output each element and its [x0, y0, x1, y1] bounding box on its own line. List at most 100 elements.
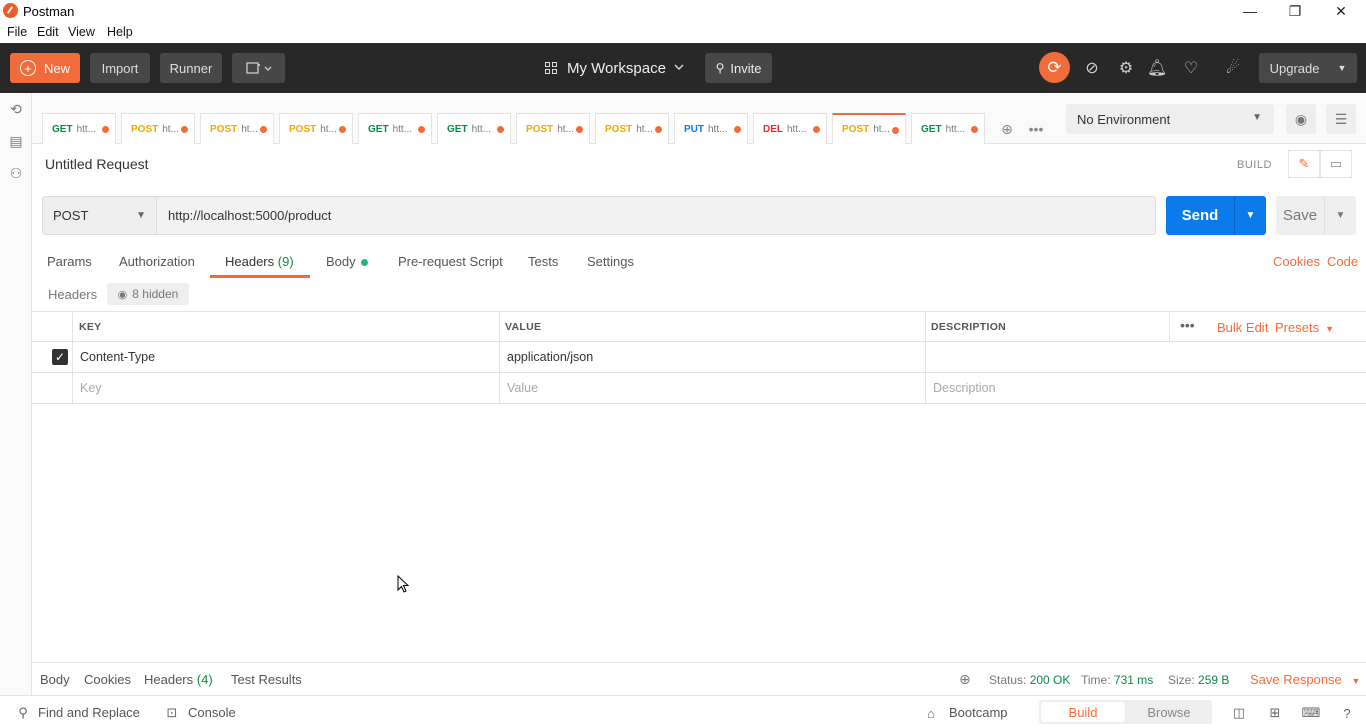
two-pane-icon[interactable]: ◫	[1230, 704, 1248, 722]
menu-view[interactable]: View	[68, 25, 95, 39]
request-tab[interactable]: GET htt...	[358, 113, 432, 144]
settings-sliders-icon[interactable]: ☰	[1326, 104, 1356, 134]
close-window-button[interactable]: ✕	[1318, 0, 1364, 22]
header-value-cell[interactable]: application/json	[500, 342, 593, 372]
heart-icon[interactable]: ♡	[1180, 57, 1202, 79]
request-tab-label: ht...	[636, 123, 653, 135]
request-tab-method: GET	[52, 123, 73, 135]
status-dot-icon	[360, 259, 368, 267]
tab-authorization[interactable]: Authorization	[119, 254, 195, 269]
gear-icon[interactable]: ⚙	[1115, 57, 1137, 79]
key-input-placeholder[interactable]: Key	[73, 373, 102, 403]
capture-requests-icon[interactable]: ⊘	[1081, 57, 1103, 79]
menu-help[interactable]: Help	[107, 25, 133, 39]
request-tab[interactable]: PUT htt...	[674, 113, 748, 144]
sync-icon[interactable]: ⟳	[1039, 52, 1070, 83]
tab-headers[interactable]: Headers (9)	[225, 254, 294, 269]
request-name[interactable]: Untitled Request	[45, 156, 149, 172]
response-tab-headers[interactable]: Headers (4)	[144, 672, 213, 687]
request-tab[interactable]: DEL htt...	[753, 113, 827, 144]
value-input-placeholder[interactable]: Value	[500, 373, 538, 403]
description-input-placeholder[interactable]: Description	[926, 373, 996, 403]
tab-body[interactable]: Body	[326, 254, 368, 269]
response-tab-body[interactable]: Body	[40, 672, 70, 687]
browse-mode-button[interactable]: Browse	[1127, 702, 1211, 722]
response-tab-test-results[interactable]: Test Results	[231, 672, 302, 687]
time-value: 731 ms	[1113, 673, 1154, 687]
method-select[interactable]: POST ▼	[42, 196, 157, 235]
globe-icon[interactable]: ⊕	[959, 671, 971, 688]
bulk-edit-button[interactable]: Bulk Edit	[1217, 320, 1268, 335]
upgrade-button[interactable]: Upgrade ▼	[1259, 53, 1357, 83]
build-mode-button[interactable]: Build	[1041, 702, 1125, 722]
layout-icon[interactable]: ⊞	[1266, 704, 1284, 722]
request-tab[interactable]: POST ht...	[595, 113, 669, 144]
mouse-cursor-icon	[397, 575, 409, 593]
url-input[interactable]	[156, 196, 1156, 235]
response-tab-cookies[interactable]: Cookies	[84, 672, 131, 687]
save-options-button[interactable]: ▼	[1324, 196, 1356, 235]
invite-button[interactable]: ⚲ Invite	[705, 53, 772, 83]
restore-button[interactable]: ❐	[1272, 0, 1318, 22]
bell-icon[interactable]: 🔔︎	[1146, 57, 1168, 79]
request-tab[interactable]: GET htt...	[911, 113, 985, 144]
save-response-button[interactable]: Save Response ▼	[1250, 672, 1360, 687]
new-button-label: New	[43, 60, 70, 76]
menu-file[interactable]: File	[7, 25, 27, 39]
cookies-link[interactable]: Cookies	[1273, 254, 1320, 269]
console-button[interactable]: Console	[188, 705, 236, 720]
runner-button[interactable]: Runner	[160, 53, 222, 83]
help-icon[interactable]: ?	[1338, 704, 1356, 722]
menu-edit[interactable]: Edit	[37, 25, 59, 39]
request-tab-method: POST	[842, 124, 870, 135]
send-button[interactable]: Send	[1166, 196, 1234, 235]
header-description-cell[interactable]	[926, 342, 1366, 372]
send-options-button[interactable]: ▼	[1234, 196, 1266, 235]
unsaved-dot-icon	[418, 126, 425, 133]
more-tabs-icon[interactable]: •••	[1024, 117, 1048, 141]
request-tab[interactable]: GET htt...	[42, 113, 116, 144]
checkbox-checked-icon[interactable]: ✓	[52, 349, 68, 365]
bootcamp-button[interactable]: Bootcamp	[949, 705, 1008, 720]
collections-icon[interactable]: ▤	[7, 132, 25, 150]
code-link[interactable]: Code	[1327, 254, 1358, 269]
unsaved-dot-icon	[181, 126, 188, 133]
new-button[interactable]: + New	[10, 53, 80, 83]
request-tab[interactable]: POST ht...	[832, 113, 906, 144]
workspace-switcher[interactable]: My Workspace	[545, 53, 688, 83]
mode-label: BUILD	[1237, 159, 1272, 171]
tab-tests[interactable]: Tests	[528, 254, 558, 269]
environment-select[interactable]: No Environment ▼	[1066, 104, 1274, 134]
save-button[interactable]: Save	[1276, 196, 1324, 235]
hidden-headers-toggle[interactable]: ◉ 8 hidden	[107, 283, 189, 305]
find-replace-button[interactable]: Find and Replace	[38, 705, 140, 720]
request-tab[interactable]: POST ht...	[516, 113, 590, 144]
request-tab[interactable]: POST ht...	[121, 113, 195, 144]
pencil-icon[interactable]: ✎	[1288, 150, 1320, 178]
import-button[interactable]: Import	[90, 53, 150, 83]
user-avatar-icon[interactable]: ☄	[1222, 57, 1244, 79]
request-tab-label: htt...	[787, 123, 807, 135]
history-icon[interactable]: ⟲	[7, 100, 25, 118]
app-header: + New Import Runner My Workspace ⚲ Invit…	[0, 43, 1366, 93]
new-window-button[interactable]	[232, 53, 285, 83]
presets-button[interactable]: Presets ▼	[1275, 320, 1334, 335]
request-tab[interactable]: GET htt...	[437, 113, 511, 144]
keyboard-icon[interactable]: ⌨	[1302, 704, 1321, 722]
request-tab[interactable]: POST ht...	[279, 113, 353, 144]
caret-down-icon: ▼	[136, 210, 146, 221]
request-tab[interactable]: POST ht...	[200, 113, 274, 144]
tab-pre-request-script[interactable]: Pre-request Script	[398, 254, 503, 269]
more-options-icon[interactable]: •••	[1180, 317, 1195, 333]
add-tab-icon[interactable]: ⊕	[995, 117, 1019, 141]
header-key-cell[interactable]: Content-Type	[73, 342, 155, 372]
tab-settings[interactable]: Settings	[587, 254, 634, 269]
eye-icon[interactable]: ◉	[1286, 104, 1316, 134]
tab-params[interactable]: Params	[47, 254, 92, 269]
minimize-button[interactable]: —	[1227, 0, 1273, 22]
comment-icon[interactable]: ▭	[1320, 150, 1352, 178]
apis-icon[interactable]: ⚇	[7, 164, 25, 182]
postman-logo-icon	[3, 3, 18, 18]
request-tab-label: ht...	[241, 123, 258, 135]
hidden-headers-label: 8 hidden	[132, 287, 179, 301]
